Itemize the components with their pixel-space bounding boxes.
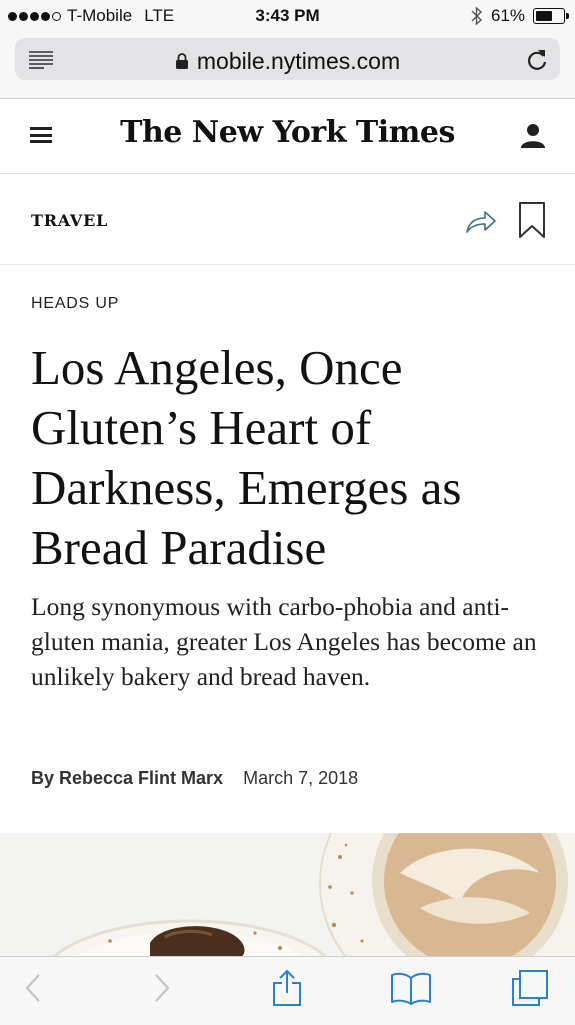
site-logo[interactable]: The New York Times bbox=[0, 115, 575, 150]
open-book-icon[interactable] bbox=[390, 971, 432, 1005]
user-icon[interactable] bbox=[521, 123, 545, 149]
section-header: TRAVEL bbox=[0, 174, 575, 265]
article-kicker[interactable]: HEADS UP bbox=[31, 295, 119, 313]
bookmark-icon[interactable] bbox=[518, 201, 546, 239]
tabs-icon[interactable] bbox=[511, 969, 549, 1007]
chevron-left-icon[interactable] bbox=[24, 973, 42, 1003]
section-label[interactable]: TRAVEL bbox=[31, 211, 108, 230]
site-masthead: The New York Times bbox=[0, 99, 575, 174]
share-arrow-icon[interactable] bbox=[465, 208, 497, 234]
article-lead-image[interactable] bbox=[0, 833, 575, 957]
battery-percent: 61% bbox=[490, 6, 525, 25]
battery-icon bbox=[533, 8, 569, 24]
url-text: mobile.nytimes.com bbox=[196, 48, 401, 74]
article-summary: Long synonymous with carbo-phobia and an… bbox=[31, 592, 537, 691]
address-bar[interactable]: mobile.nytimes.com bbox=[15, 38, 560, 80]
url-display[interactable]: mobile.nytimes.com bbox=[15, 48, 560, 75]
article-headline: Los Angeles, Once Gluten’s Heart of Dark… bbox=[31, 340, 462, 575]
reload-icon[interactable] bbox=[526, 47, 548, 71]
bread-and-coffee-image bbox=[0, 833, 575, 957]
share-icon[interactable] bbox=[272, 969, 302, 1007]
browser-address-area: mobile.nytimes.com bbox=[0, 34, 575, 99]
bluetooth-icon bbox=[471, 6, 482, 26]
browser-toolbar bbox=[0, 956, 575, 1025]
status-bar: T-Mobile LTE 3:43 PM 61% bbox=[0, 0, 575, 34]
lock-icon bbox=[175, 53, 188, 69]
author-name[interactable]: By Rebecca Flint Marx bbox=[31, 768, 223, 788]
publish-date: March 7, 2018 bbox=[243, 768, 359, 788]
chevron-right-icon[interactable] bbox=[153, 973, 171, 1003]
status-right: 61% bbox=[471, 6, 569, 26]
article-byline: By Rebecca Flint Marx March 7, 2018 bbox=[31, 768, 358, 789]
